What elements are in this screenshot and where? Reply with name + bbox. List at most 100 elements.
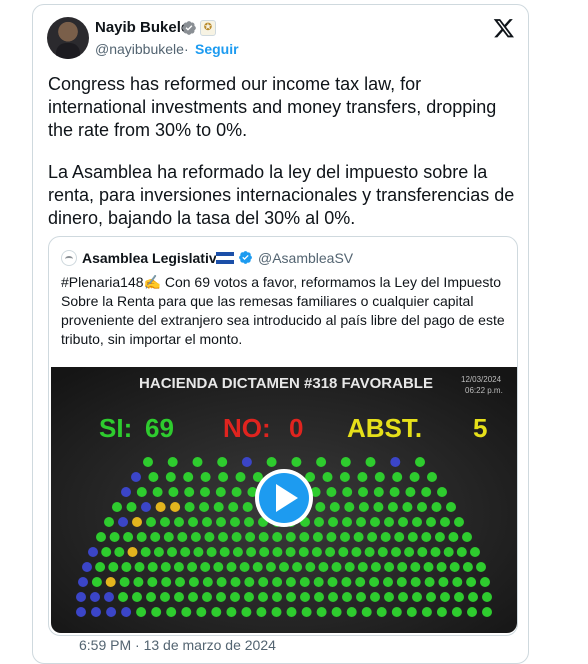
avatar[interactable] <box>47 17 89 59</box>
seat-dot <box>165 472 176 482</box>
seat-dot <box>173 562 184 572</box>
seat-dot <box>412 592 422 602</box>
seat-dot <box>356 592 366 602</box>
seat-dot <box>167 457 178 467</box>
seat-dot <box>266 457 277 467</box>
seat-dot <box>299 577 310 587</box>
seat-dot <box>346 607 357 617</box>
seat-dot <box>405 487 416 497</box>
seat-dot <box>230 517 240 527</box>
no-label: NO: <box>223 413 271 443</box>
seat-dot <box>358 502 369 512</box>
seat-dot <box>131 472 141 482</box>
follow-button[interactable]: Seguir <box>195 41 239 57</box>
seat-dot <box>373 487 384 497</box>
seat-dot <box>434 532 445 542</box>
seat-dot <box>132 592 142 602</box>
seat-dot <box>146 517 156 527</box>
seat-dot <box>76 607 86 617</box>
seat-dot <box>174 592 184 602</box>
seat-dot <box>219 547 230 557</box>
video-player[interactable]: HACIENDA DICTAMEN #318 FAVORABLE 12/03/2… <box>51 367 517 633</box>
seat-dot <box>244 517 254 527</box>
seat-dot <box>454 592 464 602</box>
seat-dot <box>448 532 459 542</box>
seat-dot <box>170 502 181 512</box>
seat-dot <box>241 607 252 617</box>
hashtag-link[interactable]: #Plenaria148 <box>61 274 144 290</box>
seat-dot <box>160 562 171 572</box>
seat-dot <box>106 607 117 617</box>
seat-dot <box>245 532 256 542</box>
seat-dot <box>258 532 269 542</box>
seat-dot <box>357 562 368 572</box>
tweet-card: Nayib Bukele ✪ @nayibbukele · Seguir Con… <box>32 4 529 664</box>
seat-dot <box>298 547 309 557</box>
seat-dot <box>265 562 276 572</box>
author-name[interactable]: Nayib Bukele <box>95 19 189 36</box>
seat-dot <box>193 547 204 557</box>
seat-dot <box>226 562 237 572</box>
seat-dot <box>161 577 172 587</box>
post-timestamp[interactable]: 6:59 PM · 13 de marzo de 2024 <box>79 637 276 653</box>
seat-dot <box>152 487 163 497</box>
seat-dot <box>373 502 384 512</box>
affiliate-badge-icon: ✪ <box>200 20 216 36</box>
seat-dot <box>454 517 464 527</box>
quote-author-name[interactable]: Asamblea Legislativa <box>82 250 224 266</box>
seat-dot <box>244 577 255 587</box>
seat-dot <box>252 562 263 572</box>
seat-dot <box>341 577 352 587</box>
yes-label: SI: <box>99 413 132 443</box>
seat-dot <box>202 592 212 602</box>
seat-dot <box>365 457 376 467</box>
seat-dot <box>351 547 362 557</box>
seat-dot <box>417 502 427 512</box>
quote-avatar[interactable] <box>61 250 77 266</box>
quote-author-handle[interactable]: @AsambleaSV <box>258 250 353 266</box>
seat-dot <box>105 577 116 587</box>
seat-dot <box>206 547 217 557</box>
seat-dot <box>390 457 401 467</box>
seat-dot <box>369 577 380 587</box>
author-handle[interactable]: @nayibbukele <box>95 41 184 57</box>
seat-dot <box>215 487 226 497</box>
seat-dot <box>188 592 198 602</box>
seat-dot <box>367 532 378 542</box>
seat-dot <box>133 577 144 587</box>
x-logo-icon[interactable] <box>493 17 515 39</box>
seat-dot <box>440 517 450 527</box>
seat-dot <box>256 607 267 617</box>
seat-dot <box>380 532 391 542</box>
seat-dot <box>123 532 134 542</box>
seat-dot <box>342 592 352 602</box>
seat-dot <box>344 562 355 572</box>
seat-dot <box>311 547 322 557</box>
seat-dot <box>146 592 156 602</box>
seat-dot <box>358 487 368 497</box>
seat-dot <box>226 607 237 617</box>
seat-dot <box>217 457 228 467</box>
seat-dot <box>239 562 250 572</box>
seat-dot <box>235 472 246 482</box>
seat-dot <box>230 577 241 587</box>
seat-dot <box>468 592 478 602</box>
seat-dot <box>443 547 454 557</box>
seat-dot <box>180 547 191 557</box>
seat-dot <box>291 457 302 467</box>
seat-dot <box>436 607 447 617</box>
seat-dot <box>167 547 177 557</box>
seat-dot <box>150 532 161 542</box>
seat-dot <box>456 547 467 557</box>
seat-dot <box>228 502 239 512</box>
quoted-tweet[interactable]: Asamblea Legislativa @AsambleaSV #Plenar… <box>48 236 518 636</box>
seat-dot <box>232 547 243 557</box>
seat-dot <box>231 532 242 542</box>
video-heading: HACIENDA DICTAMEN #318 FAVORABLE <box>139 375 433 392</box>
seat-dot <box>331 607 342 617</box>
seat-dot <box>163 532 174 542</box>
seat-dot <box>398 517 408 527</box>
play-button[interactable] <box>255 469 313 527</box>
seat-dot <box>121 607 132 617</box>
seat-dot <box>211 607 222 617</box>
